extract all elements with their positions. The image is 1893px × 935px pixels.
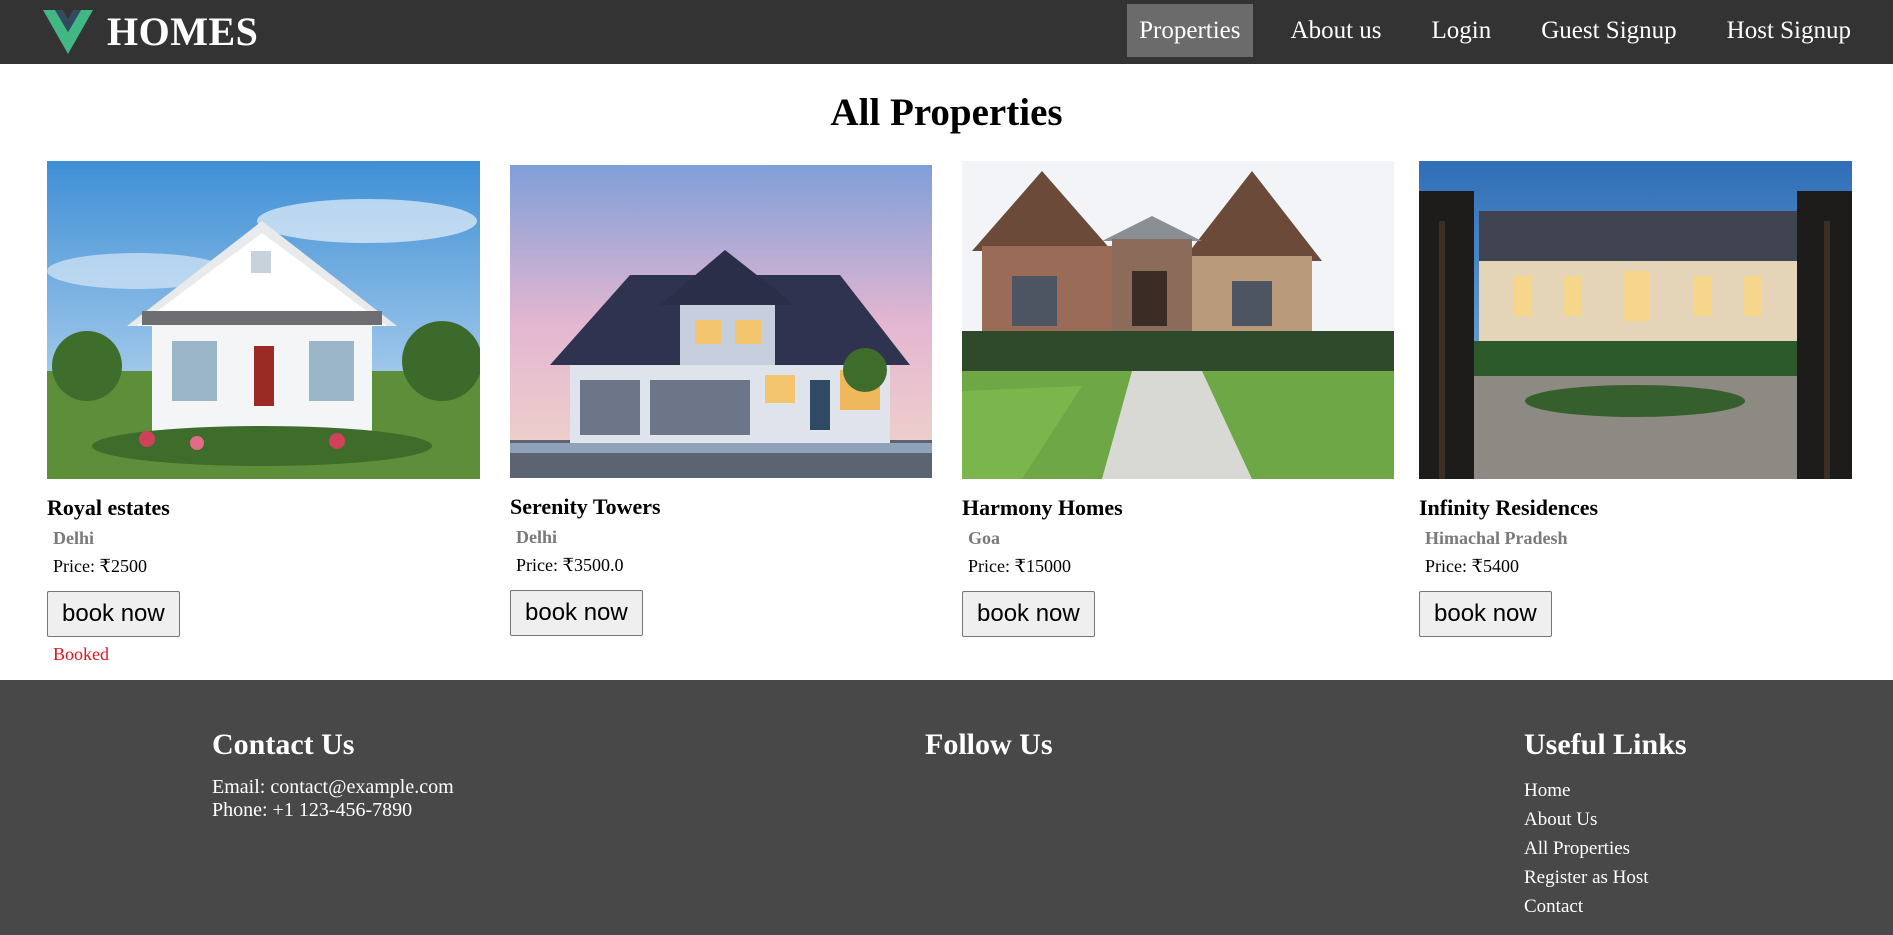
footer-links: Useful Links Home About Us All Propertie… bbox=[1524, 726, 1687, 921]
property-card: Harmony Homes Goa Price: ₹15000 book now bbox=[962, 161, 1394, 643]
booked-status: Booked bbox=[53, 644, 109, 664]
property-name: Infinity Residences bbox=[1419, 495, 1599, 520]
book-now-button[interactable]: book now bbox=[1419, 591, 1552, 637]
property-card: Royal estates Delhi Price: ₹2500 book no… bbox=[47, 161, 480, 665]
navbar: HOMES Properties About us Login Guest Si… bbox=[0, 0, 1893, 64]
footer-link-all-properties[interactable]: All Properties bbox=[1524, 834, 1687, 863]
brand[interactable]: HOMES bbox=[43, 9, 258, 55]
property-price: Price: ₹5400 bbox=[1425, 556, 1519, 576]
property-price: Price: ₹2500 bbox=[53, 556, 147, 576]
property-name: Serenity Towers bbox=[510, 494, 661, 519]
property-location: Delhi bbox=[516, 527, 558, 547]
footer-link-home[interactable]: Home bbox=[1524, 776, 1687, 805]
property-location: Goa bbox=[968, 528, 1001, 548]
footer-link-register-host[interactable]: Register as Host bbox=[1524, 863, 1687, 892]
property-image-mansion-gates bbox=[1419, 161, 1852, 479]
follow-heading: Follow Us bbox=[925, 728, 1053, 761]
book-now-button[interactable]: book now bbox=[510, 590, 643, 636]
footer-link-contact[interactable]: Contact bbox=[1524, 892, 1687, 921]
contact-email: Email: contact@example.com bbox=[212, 776, 454, 798]
nav-guest-signup[interactable]: Guest Signup bbox=[1529, 4, 1688, 57]
nav-links: Properties About us Login Guest Signup H… bbox=[1127, 4, 1863, 57]
footer: Contact Us Email: contact@example.com Ph… bbox=[0, 680, 1893, 935]
property-price: Price: ₹15000 bbox=[968, 556, 1071, 576]
brand-name: HOMES bbox=[107, 9, 259, 54]
page-title: All Properties bbox=[830, 91, 1063, 134]
nav-about-us[interactable]: About us bbox=[1279, 4, 1394, 57]
property-card: Infinity Residences Himachal Pradesh Pri… bbox=[1419, 161, 1852, 643]
footer-contact: Contact Us Email: contact@example.com Ph… bbox=[212, 726, 454, 822]
footer-follow: Follow Us bbox=[925, 726, 1053, 776]
property-name: Royal estates bbox=[47, 495, 170, 520]
contact-phone: Phone: +1 123-456-7890 bbox=[212, 799, 413, 821]
property-price: Price: ₹3500.0 bbox=[516, 555, 624, 575]
property-card: Serenity Towers Delhi Price: ₹3500.0 boo… bbox=[510, 165, 932, 642]
useful-links-heading: Useful Links bbox=[1524, 728, 1687, 761]
book-now-button[interactable]: book now bbox=[962, 591, 1095, 637]
property-image-white-cottage bbox=[47, 161, 480, 479]
nav-login[interactable]: Login bbox=[1420, 4, 1504, 57]
vue-logo-icon bbox=[43, 10, 93, 54]
property-image-brick-house bbox=[962, 161, 1394, 479]
nav-properties[interactable]: Properties bbox=[1127, 4, 1253, 57]
footer-link-about-us[interactable]: About Us bbox=[1524, 805, 1687, 834]
property-name: Harmony Homes bbox=[962, 495, 1123, 520]
book-now-button[interactable]: book now bbox=[47, 591, 180, 637]
contact-heading: Contact Us bbox=[212, 728, 355, 761]
property-location: Delhi bbox=[53, 528, 95, 548]
property-image-suburban-house bbox=[510, 165, 932, 478]
property-location: Himachal Pradesh bbox=[1425, 528, 1568, 548]
nav-host-signup[interactable]: Host Signup bbox=[1715, 4, 1863, 57]
